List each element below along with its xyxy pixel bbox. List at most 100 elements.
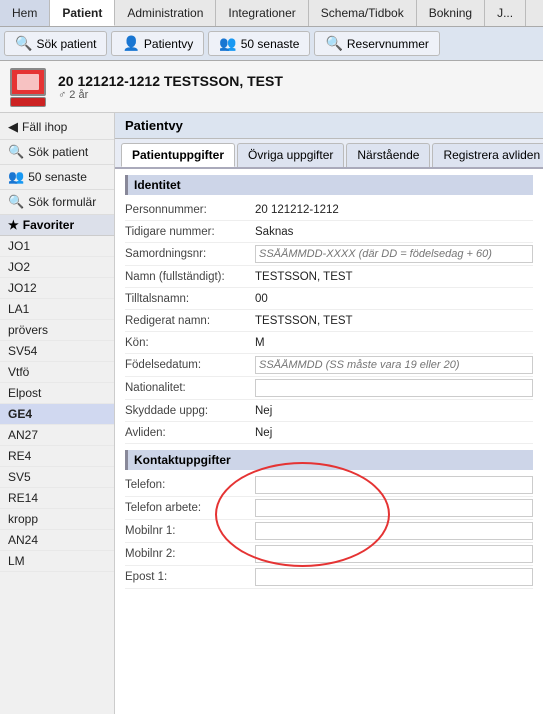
50-senaste-toolbar-button[interactable]: 👥 50 senaste: [208, 31, 310, 56]
search-form-icon: 🔍: [8, 194, 24, 210]
label-tidigare-nummer: Tidigare nummer:: [125, 226, 255, 238]
field-fodelsedatum: Födelsedatum:: [125, 354, 533, 377]
tab-narstaende[interactable]: Närstående: [346, 143, 430, 167]
patient-bar: 20 121212-1212 TESTSSON, TEST ♂ 2 år: [0, 61, 543, 113]
value-redigerat-namn: TESTSSON, TEST: [255, 315, 533, 327]
fav-item-jo12[interactable]: JO12: [0, 278, 114, 299]
field-personnummer: Personnummer: 20 121212-1212: [125, 199, 533, 221]
field-skyddade-uppg: Skyddade uppg: Nej: [125, 400, 533, 422]
label-mobilnr1: Mobilnr 1:: [125, 525, 255, 537]
input-mobilnr1[interactable]: [255, 522, 533, 540]
value-namn: TESTSSON, TEST: [255, 271, 533, 283]
label-nationalitet: Nationalitet:: [125, 382, 255, 394]
label-tilltalsnamn: Tilltalsnamn:: [125, 293, 255, 305]
label-namn: Namn (fullständigt):: [125, 271, 255, 283]
patientvy-button[interactable]: 👤 Patientvy: [111, 31, 204, 56]
tab-registrera-avliden[interactable]: Registrera avliden: [432, 143, 543, 167]
fav-item-vtfo[interactable]: Vtfö: [0, 362, 114, 383]
nav-item-j[interactable]: J...: [485, 0, 526, 26]
search-icon-2: 🔍: [325, 35, 342, 52]
nav-item-patient[interactable]: Patient: [50, 0, 115, 26]
field-telefon: Telefon:: [125, 474, 533, 497]
nav-item-bokning[interactable]: Bokning: [417, 0, 485, 26]
label-fodelsedatum: Födelsedatum:: [125, 359, 255, 371]
search-icon: 🔍: [15, 35, 32, 52]
input-epost1[interactable]: [255, 568, 533, 586]
reservnummer-button[interactable]: 🔍 Reservnummer: [314, 31, 439, 56]
fav-item-jo1[interactable]: JO1: [0, 236, 114, 257]
collapse-icon: ◀: [8, 119, 18, 135]
label-samordningsnr: Samordningsnr:: [125, 248, 255, 260]
collapse-button[interactable]: ◀ Fäll ihop: [0, 115, 114, 140]
fav-item-lm[interactable]: LM: [0, 551, 114, 572]
label-skyddade-uppg: Skyddade uppg:: [125, 405, 255, 417]
person-icon: 👤: [122, 35, 139, 52]
fav-item-sv5[interactable]: SV5: [0, 467, 114, 488]
nav-item-hem[interactable]: Hem: [0, 0, 50, 26]
field-samordningsnr: Samordningsnr:: [125, 243, 533, 266]
input-samordningsnr[interactable]: [255, 245, 533, 263]
contact-section: Kontaktuppgifter Telefon: Telefon arbete…: [115, 444, 543, 589]
value-tilltalsnamn: 00: [255, 293, 533, 305]
fav-item-an27[interactable]: AN27: [0, 425, 114, 446]
field-kon: Kön: M: [125, 332, 533, 354]
label-epost1: Epost 1:: [125, 571, 255, 583]
label-redigerat-namn: Redigerat namn:: [125, 315, 255, 327]
sidebar-search-patient-button[interactable]: 🔍 Sök patient: [0, 140, 114, 165]
input-telefon-arbete[interactable]: [255, 499, 533, 517]
field-avliden: Avliden: Nej: [125, 422, 533, 444]
value-tidigare-nummer: Saknas: [255, 226, 533, 238]
fav-item-elpost[interactable]: Elpost: [0, 383, 114, 404]
star-icon: ★: [8, 218, 19, 232]
field-mobilnr1: Mobilnr 1:: [125, 520, 533, 543]
people-icon: 👥: [219, 35, 236, 52]
patient-name: 20 121212-1212 TESTSSON, TEST: [58, 73, 533, 89]
sidebar: ◀ Fäll ihop 🔍 Sök patient 👥 50 senaste 🔍…: [0, 113, 115, 714]
fav-item-kropp[interactable]: kropp: [0, 509, 114, 530]
value-kon: M: [255, 337, 533, 349]
fav-item-an24[interactable]: AN24: [0, 530, 114, 551]
top-navigation: Hem Patient Administration Integrationer…: [0, 0, 543, 27]
value-personnummer: 20 121212-1212: [255, 204, 533, 216]
search-icon-sidebar: 🔍: [8, 144, 24, 160]
label-telefon-arbete: Telefon arbete:: [125, 502, 255, 514]
fav-item-re4[interactable]: RE4: [0, 446, 114, 467]
sidebar-search-form-button[interactable]: 🔍 Sök formulär: [0, 190, 114, 215]
nav-item-schema[interactable]: Schema/Tidbok: [309, 0, 417, 26]
sidebar-50-senaste-button[interactable]: 👥 50 senaste: [0, 165, 114, 190]
nav-item-administration[interactable]: Administration: [115, 0, 216, 26]
input-fodelsedatum[interactable]: [255, 356, 533, 374]
fav-item-provers[interactable]: prövers: [0, 320, 114, 341]
identity-section-title: Identitet: [125, 175, 533, 195]
field-tidigare-nummer: Tidigare nummer: Saknas: [125, 221, 533, 243]
input-telefon[interactable]: [255, 476, 533, 494]
favorites-section: ★ Favoriter: [0, 215, 114, 236]
fav-item-re14[interactable]: RE14: [0, 488, 114, 509]
fav-item-sv54[interactable]: SV54: [0, 341, 114, 362]
search-patient-button[interactable]: 🔍 Sök patient: [4, 31, 107, 56]
content-area: Patientvy Patientuppgifter Övriga uppgif…: [115, 113, 543, 714]
toolbar: 🔍 Sök patient 👤 Patientvy 👥 50 senaste 🔍…: [0, 27, 543, 61]
nav-item-integrationer[interactable]: Integrationer: [216, 0, 308, 26]
input-mobilnr2[interactable]: [255, 545, 533, 563]
patient-info: 20 121212-1212 TESTSSON, TEST ♂ 2 år: [58, 73, 533, 101]
tab-bar: Patientuppgifter Övriga uppgifter Närstå…: [115, 139, 543, 169]
label-mobilnr2: Mobilnr 2:: [125, 548, 255, 560]
label-kon: Kön:: [125, 337, 255, 349]
field-namn: Namn (fullständigt): TESTSSON, TEST: [125, 266, 533, 288]
field-epost1: Epost 1:: [125, 566, 533, 589]
field-redigerat-namn: Redigerat namn: TESTSSON, TEST: [125, 310, 533, 332]
fav-item-jo2[interactable]: JO2: [0, 257, 114, 278]
tab-patientuppgifter[interactable]: Patientuppgifter: [121, 143, 235, 167]
people-icon-sidebar: 👥: [8, 169, 24, 185]
field-telefon-arbete: Telefon arbete:: [125, 497, 533, 520]
identity-section: Identitet Personnummer: 20 121212-1212 T…: [115, 169, 543, 444]
input-nationalitet[interactable]: [255, 379, 533, 397]
fav-item-la1[interactable]: LA1: [0, 299, 114, 320]
patient-card-icon: [10, 68, 48, 106]
label-telefon: Telefon:: [125, 479, 255, 491]
value-avliden: Nej: [255, 427, 533, 439]
tab-ovriga-uppgifter[interactable]: Övriga uppgifter: [237, 143, 344, 167]
field-tilltalsnamn: Tilltalsnamn: 00: [125, 288, 533, 310]
fav-item-ge4[interactable]: GE4: [0, 404, 114, 425]
